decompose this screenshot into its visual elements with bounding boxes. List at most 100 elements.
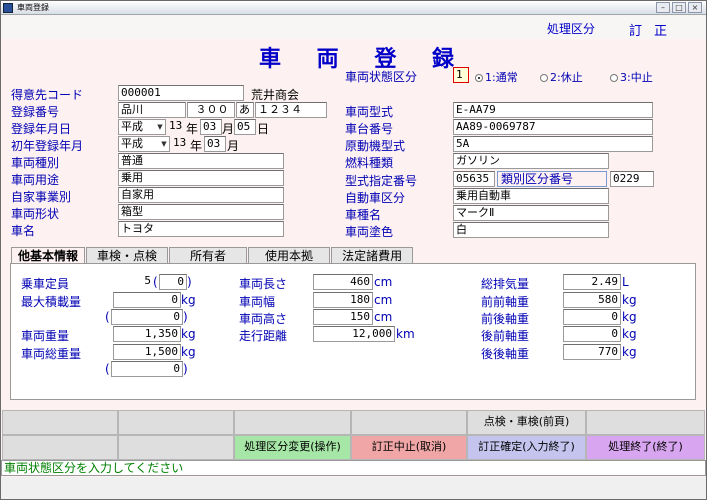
shape-input[interactable]: 箱型 [118, 204, 284, 220]
ff-axle-label: 前前軸重 [481, 295, 530, 309]
business-label: 自家事業別 [11, 190, 72, 204]
exit-button[interactable]: 処理終了(終了) [586, 435, 705, 460]
car-name-input[interactable]: トヨタ [118, 221, 284, 237]
car-class-label: 自動車区分 [345, 191, 406, 205]
car-type-input[interactable]: マークⅡ [453, 205, 609, 221]
rf-axle-label: 後前軸重 [481, 329, 530, 343]
paren-open: ( [105, 310, 110, 324]
gross-weight-sub-input[interactable]: 0 [111, 361, 183, 377]
engine-input[interactable]: 5A [453, 136, 653, 152]
color-input[interactable]: 白 [453, 222, 609, 238]
business-input[interactable]: 自家用 [118, 187, 284, 203]
displacement-input[interactable]: 2.49 [563, 274, 621, 290]
status-option-3[interactable]: 3:中止 [610, 69, 653, 85]
radio-icon [540, 74, 548, 82]
first-month-unit: 月 [227, 139, 240, 153]
height-unit: cm [374, 310, 393, 324]
rr-axle-input[interactable]: 770 [563, 344, 621, 360]
mileage-input[interactable]: 12,000 [313, 326, 395, 342]
minimize-icon[interactable]: – [656, 2, 670, 13]
car-class-input[interactable]: 乗用自動車 [453, 188, 609, 204]
fkey-4[interactable] [351, 410, 467, 435]
vehicle-status-input[interactable]: 1 [453, 67, 469, 83]
vehicle-status-label: 車両状態区分 [345, 70, 418, 84]
reg-kana-input[interactable]: あ [236, 102, 254, 118]
chassis-input[interactable]: AA89-0069787 [453, 119, 653, 135]
engine-label: 原動機型式 [345, 139, 406, 153]
first-month-input[interactable]: 03 [204, 136, 226, 152]
gross-weight-unit: kg [181, 345, 196, 359]
width-input[interactable]: 180 [313, 292, 373, 308]
status-option-2[interactable]: 2:休止 [540, 69, 583, 85]
radio-selected-icon [475, 74, 483, 82]
tab-inspection[interactable]: 車検・点検 [86, 247, 169, 264]
fr-axle-input[interactable]: 0 [563, 309, 621, 325]
confirm-edit-button[interactable]: 訂正確定(入力終了) [467, 435, 586, 460]
cancel-edit-button[interactable]: 訂正中止(取消) [351, 435, 467, 460]
class-no-input[interactable]: 0229 [610, 171, 654, 187]
fkey-8[interactable] [118, 435, 234, 460]
customer-name: 荒井商会 [251, 88, 300, 102]
reg-year-unit: 年 [186, 122, 199, 136]
height-input[interactable]: 150 [313, 309, 373, 325]
fkey-2[interactable] [118, 410, 234, 435]
tab-owner[interactable]: 所有者 [169, 247, 248, 264]
reg-area-input[interactable]: 品川 [118, 102, 186, 118]
paren-close: ) [187, 275, 192, 289]
reg-year-input[interactable]: 13 [167, 119, 187, 135]
vehicle-kind-label: 車両種別 [11, 156, 60, 170]
customer-code-input[interactable]: 000001 [118, 85, 244, 101]
model-label: 車両型式 [345, 105, 394, 119]
capacity-sub-input[interactable]: 0 [159, 274, 187, 290]
vehicle-kind-input[interactable]: 普通 [118, 153, 284, 169]
max-load-input[interactable]: 0 [113, 292, 181, 308]
color-label: 車両塗色 [345, 225, 394, 239]
max-load-unit: kg [181, 293, 196, 307]
max-load-sub-input[interactable]: 0 [111, 309, 183, 325]
fuel-input[interactable]: ガソリン [453, 153, 609, 169]
first-year-unit: 年 [190, 139, 203, 153]
fkey-6[interactable] [586, 410, 705, 435]
mileage-label: 走行距離 [239, 329, 288, 343]
first-era-select[interactable]: 平成 ▼ [118, 136, 170, 152]
weight-input[interactable]: 1,350 [113, 326, 181, 342]
chevron-down-icon: ▼ [161, 140, 167, 148]
reg-era-select[interactable]: 平成 ▼ [118, 119, 166, 135]
reg-day-input[interactable]: 05 [234, 119, 256, 135]
reg-number-input[interactable]: １２３４ [255, 102, 327, 118]
reg-era-value: 平成 [121, 120, 143, 133]
weight-unit: kg [181, 327, 196, 341]
tab-base-location[interactable]: 使用本拠 [248, 247, 331, 264]
reg-month-unit: 月 [222, 122, 235, 136]
rf-axle-input[interactable]: 0 [563, 326, 621, 342]
change-mode-button[interactable]: 処理区分変更(操作) [234, 435, 351, 460]
model-input[interactable]: E-AA79 [453, 102, 653, 118]
ff-axle-input[interactable]: 580 [563, 292, 621, 308]
length-input[interactable]: 460 [313, 274, 373, 290]
window-title: 車両登録 [17, 3, 49, 12]
fkey-1[interactable] [2, 410, 118, 435]
reg-month-input[interactable]: 03 [200, 119, 222, 135]
mode-label: 処理区分 [547, 22, 596, 36]
width-unit: cm [374, 293, 393, 307]
fkey-3[interactable] [234, 410, 351, 435]
paren-close: ) [183, 362, 188, 376]
fkey-7[interactable] [2, 435, 118, 460]
paren-open: ( [105, 362, 110, 376]
chevron-down-icon: ▼ [157, 123, 163, 131]
status-option-1[interactable]: 1:通常 [475, 69, 518, 85]
fkey-inspection-prev-page[interactable]: 点検・車検(前頁) [467, 410, 586, 435]
car-type-label: 車種名 [345, 208, 382, 222]
tab-legal-fees[interactable]: 法定諸費用 [331, 247, 414, 264]
mileage-unit: km [396, 327, 415, 341]
capacity-input[interactable]: 5 [113, 274, 153, 290]
reg-class-input[interactable]: ３００ [187, 102, 235, 118]
maximize-icon[interactable]: □ [672, 2, 686, 13]
capacity-label: 乗車定員 [21, 277, 70, 291]
status-option-3-label: 3:中止 [620, 71, 653, 84]
close-icon[interactable]: × [688, 2, 702, 13]
gross-weight-input[interactable]: 1,500 [113, 344, 181, 360]
type-no-input[interactable]: 05635 [453, 171, 495, 187]
vehicle-use-input[interactable]: 乗用 [118, 170, 284, 186]
first-year-input[interactable]: 13 [171, 136, 191, 152]
